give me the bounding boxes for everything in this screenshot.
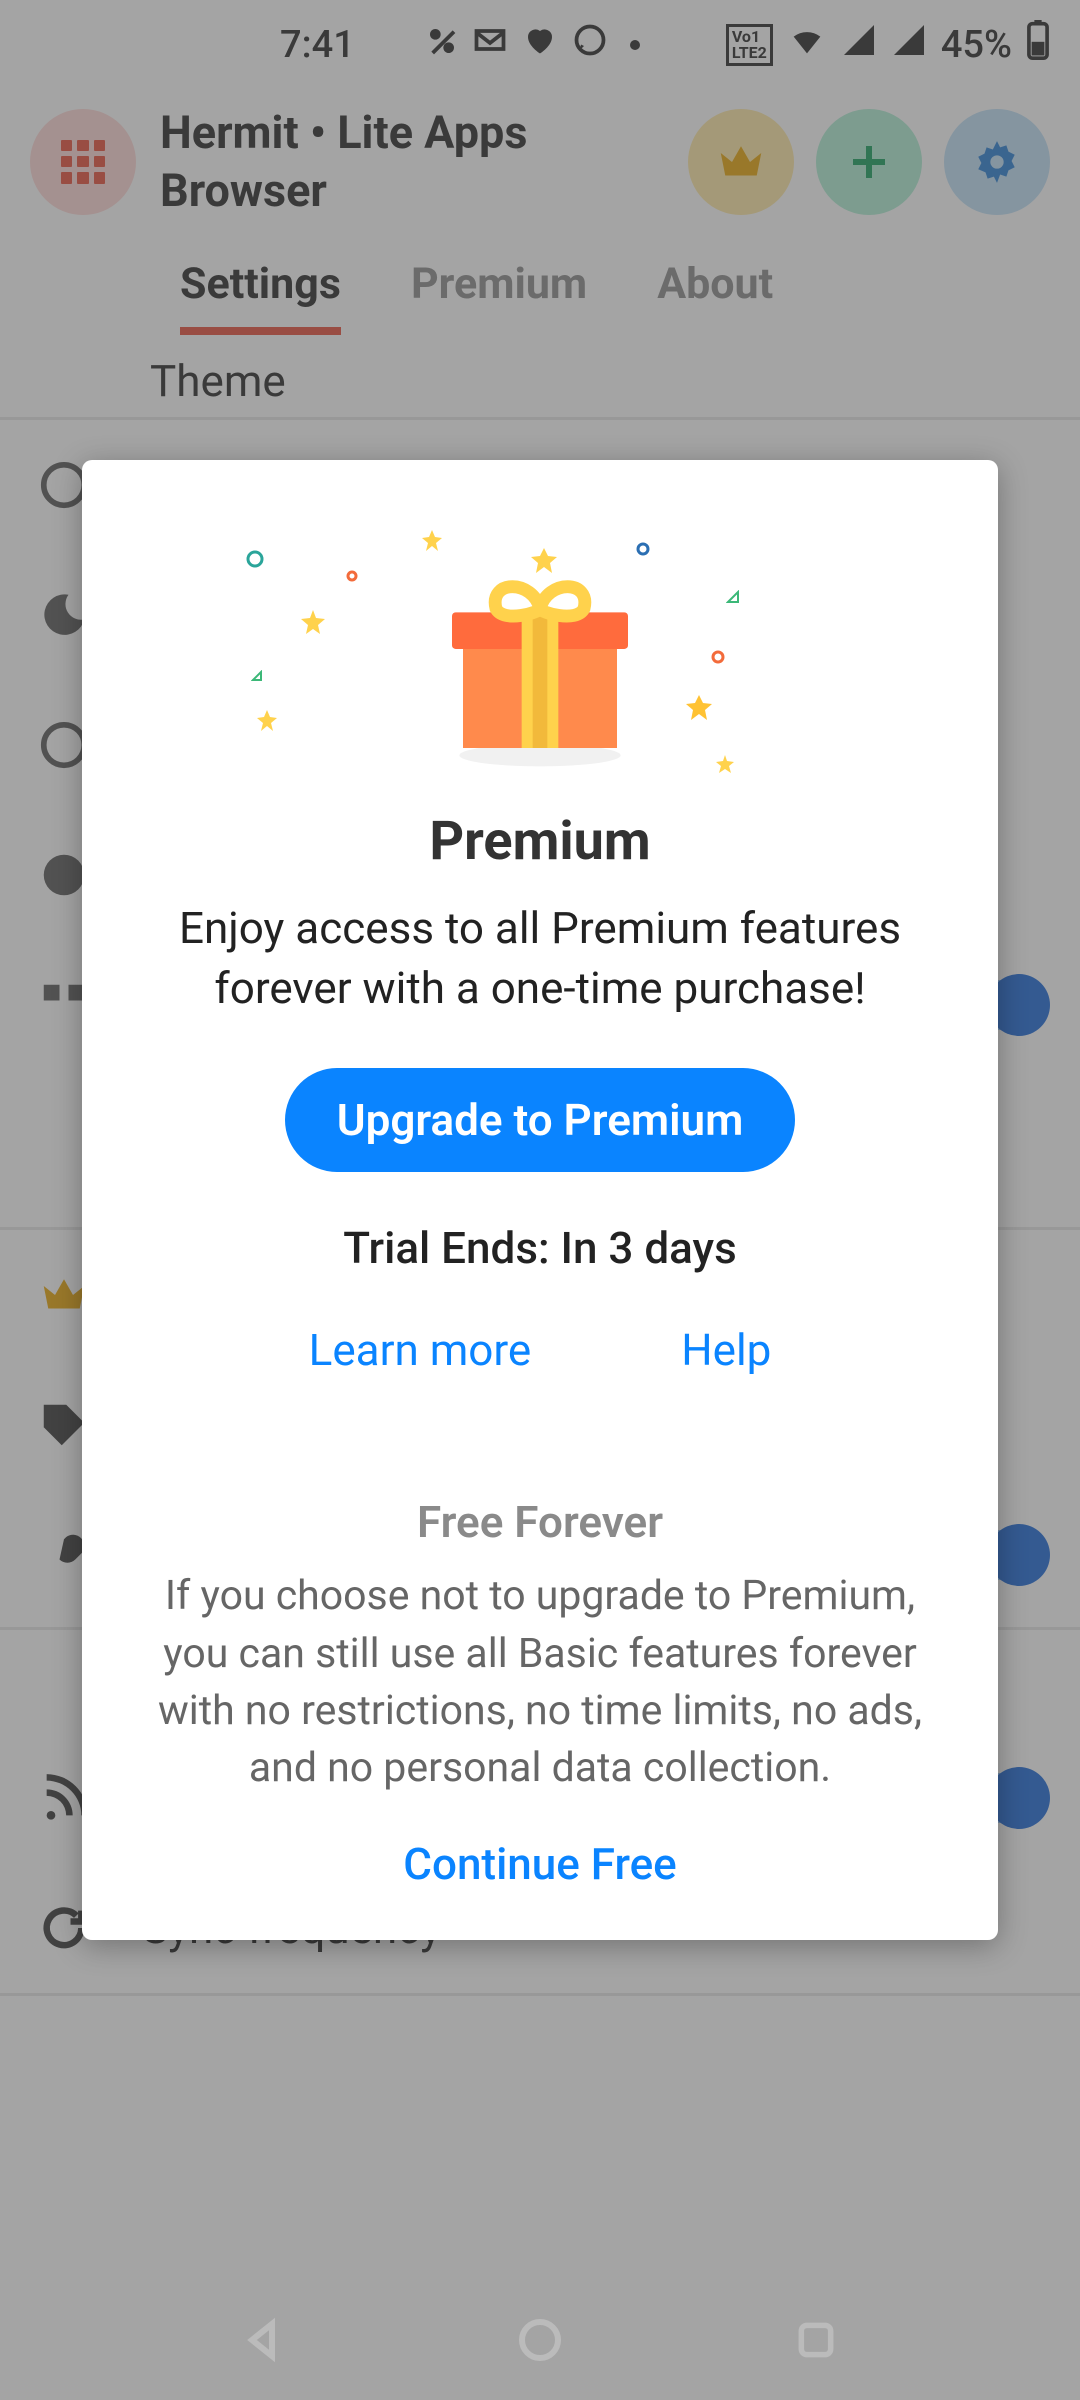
free-forever-body: If you choose not to upgrade to Premium,… bbox=[126, 1568, 954, 1798]
recents-button[interactable] bbox=[788, 2312, 844, 2368]
trial-text: Trial Ends: In 3 days bbox=[126, 1222, 954, 1274]
system-nav-bar bbox=[0, 2280, 1080, 2400]
free-forever-title: Free Forever bbox=[126, 1496, 954, 1548]
modal-overlay[interactable]: Premium Enjoy access to all Premium feat… bbox=[0, 0, 1080, 2400]
gift-illustration bbox=[126, 520, 954, 800]
back-button[interactable] bbox=[236, 2312, 292, 2368]
learn-more-link[interactable]: Learn more bbox=[309, 1324, 532, 1376]
help-link[interactable]: Help bbox=[681, 1324, 771, 1376]
modal-subtitle: Enjoy access to all Premium features for… bbox=[126, 899, 954, 1018]
home-button[interactable] bbox=[512, 2312, 568, 2368]
modal-title: Premium bbox=[126, 810, 954, 873]
premium-modal: Premium Enjoy access to all Premium feat… bbox=[82, 460, 998, 1939]
upgrade-button[interactable]: Upgrade to Premium bbox=[285, 1068, 796, 1172]
continue-free-link[interactable]: Continue Free bbox=[126, 1838, 954, 1890]
